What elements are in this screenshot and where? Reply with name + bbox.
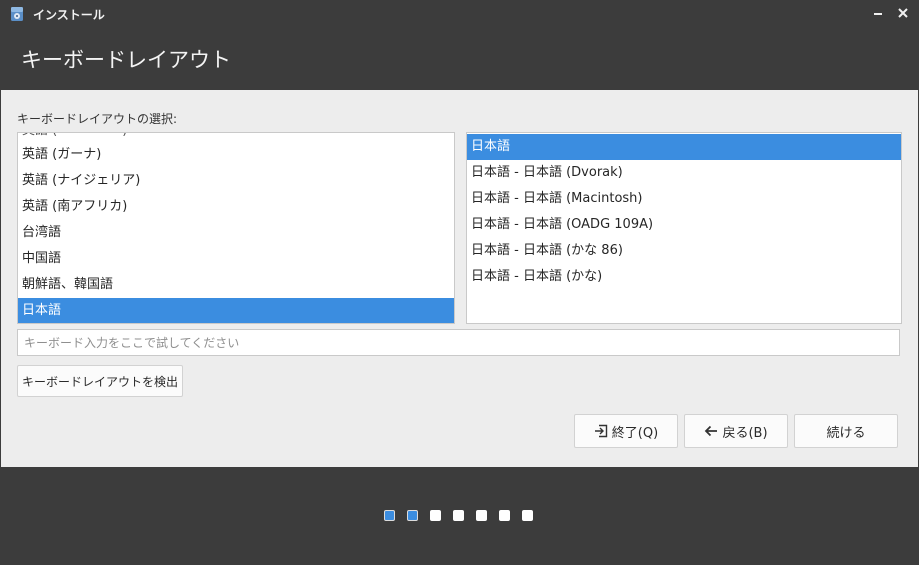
page-title: キーボードレイアウト — [21, 48, 231, 72]
quit-button[interactable]: 終了(Q) — [574, 414, 678, 448]
list-item[interactable]: 英語 (南アフリカ) — [18, 194, 454, 220]
variant-item[interactable]: 日本語 - 日本語 (Macintosh) — [467, 186, 901, 212]
quit-label: 終了(Q) — [611, 425, 659, 441]
keyboard-test-field[interactable] — [17, 329, 900, 356]
arrow-left-icon — [704, 424, 718, 438]
continue-button[interactable]: 続ける — [794, 414, 898, 448]
variant-item[interactable]: 日本語 - 日本語 (Dvorak) — [467, 160, 901, 186]
step-indicator — [476, 510, 487, 521]
step-indicator — [453, 510, 464, 521]
detect-layout-button[interactable]: キーボードレイアウトを検出 — [17, 365, 183, 397]
back-label: 戻る(B) — [722, 425, 768, 441]
variant-item[interactable]: 日本語 - 日本語 (OADG 109A) — [467, 212, 901, 238]
variant-item[interactable]: 日本語 - 日本語 (かな 86) — [467, 238, 901, 264]
list-item[interactable]: 台湾語 — [18, 220, 454, 246]
variant-item-selected[interactable]: 日本語 — [467, 134, 901, 160]
step-indicator — [499, 510, 510, 521]
step-indicator — [430, 510, 441, 521]
step-indicator-done — [384, 510, 395, 521]
layout-section-label: キーボードレイアウトの選択: — [17, 112, 178, 126]
list-item[interactable]: 英語 (ガーナ) — [18, 142, 454, 168]
list-item[interactable]: 中国語 — [18, 246, 454, 272]
step-indicator-done — [407, 510, 418, 521]
detect-layout-label: キーボードレイアウトを検出 — [21, 374, 178, 389]
exit-icon — [594, 424, 608, 438]
footer — [0, 467, 919, 565]
window-title: インストール — [33, 8, 105, 22]
title-bar: インストール — [0, 0, 919, 28]
back-button[interactable]: 戻る(B) — [684, 414, 788, 448]
list-item-selected[interactable]: 日本語 — [18, 298, 454, 323]
keyboard-test-input[interactable] — [18, 330, 884, 355]
installer-disk-icon — [10, 6, 24, 22]
list-item[interactable]: 朝鮮語、韓国語 — [18, 272, 454, 298]
continue-label: 続ける — [826, 425, 866, 441]
variant-item[interactable]: 日本語 - 日本語 (かな) — [467, 264, 901, 290]
main-panel: キーボードレイアウトの選択: 英語 (—————) 英語 (ガーナ) 英語 (ナ… — [1, 90, 918, 467]
close-icon[interactable] — [894, 4, 912, 22]
page-header: キーボードレイアウト — [0, 28, 919, 90]
layout-list[interactable]: 英語 (—————) 英語 (ガーナ) 英語 (ナイジェリア) 英語 (南アフリ… — [17, 132, 455, 324]
list-item[interactable]: 英語 (ナイジェリア) — [18, 168, 454, 194]
variant-list[interactable]: 日本語 日本語 - 日本語 (Dvorak) 日本語 - 日本語 (Macint… — [466, 132, 902, 324]
step-indicator — [522, 510, 533, 521]
minimize-icon[interactable] — [869, 4, 887, 22]
